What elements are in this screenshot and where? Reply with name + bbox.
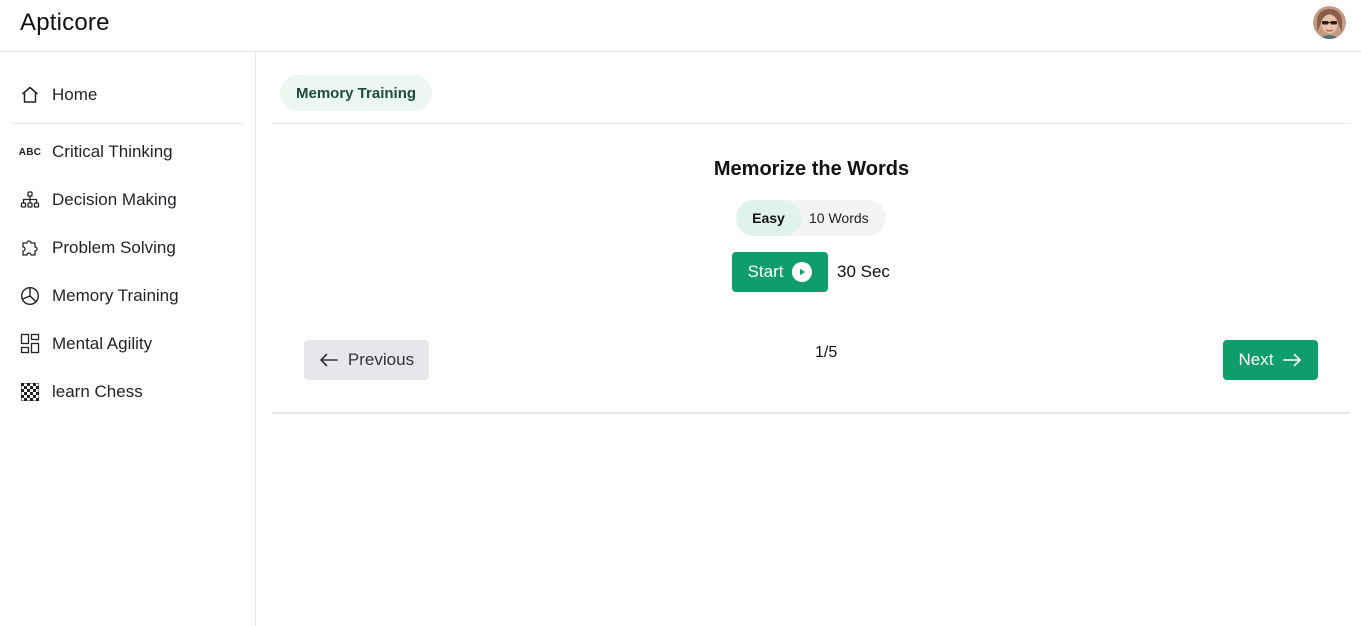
sidebar: Home ABC Critical Thinking Decision Maki… — [0, 52, 256, 626]
app-title: Apticore — [20, 9, 110, 36]
page-indicator: 1/5 — [815, 344, 838, 361]
previous-button[interactable]: Previous — [304, 340, 429, 380]
sidebar-item-label: Critical Thinking — [52, 142, 173, 161]
puzzle-icon — [18, 236, 42, 260]
category-chip[interactable]: Memory Training — [280, 75, 433, 111]
sidebar-item-decision-making[interactable]: Decision Making — [12, 180, 243, 220]
top-bar: Apticore — [0, 0, 1361, 52]
arrow-left-icon — [319, 353, 339, 367]
pie-chart-icon — [18, 284, 42, 308]
difficulty-pill: Easy 10 Words — [736, 200, 886, 236]
sidebar-item-label: Home — [52, 85, 98, 104]
section-divider — [272, 123, 1350, 124]
sidebar-divider — [12, 123, 243, 124]
exercise-title: Memorize the Words — [713, 158, 910, 180]
difficulty-badge: Easy — [736, 200, 801, 236]
sidebar-item-label: Decision Making — [52, 190, 177, 209]
user-avatar[interactable] — [1313, 6, 1346, 39]
next-button-label: Next — [1238, 350, 1274, 369]
sidebar-item-mental-agility[interactable]: Mental Agility — [12, 324, 243, 364]
main-content: Memory Training Memorize the Words Easy … — [256, 52, 1361, 626]
sidebar-item-home[interactable]: Home — [12, 75, 243, 115]
sidebar-item-label: Memory Training — [52, 286, 179, 305]
chessboard-icon — [18, 380, 42, 404]
home-icon — [18, 83, 42, 107]
sidebar-item-label: Problem Solving — [52, 238, 176, 257]
hierarchy-icon — [18, 188, 42, 212]
arrow-right-icon — [1282, 353, 1302, 367]
sidebar-item-critical-thinking[interactable]: ABC Critical Thinking — [12, 132, 243, 172]
sidebar-item-memory-training[interactable]: Memory Training — [12, 276, 243, 316]
grid-layout-icon — [18, 332, 42, 356]
sidebar-item-problem-solving[interactable]: Problem Solving — [12, 228, 243, 268]
start-button[interactable]: Start — [732, 252, 828, 292]
timer-text: 30 Sec — [837, 262, 890, 281]
sidebar-item-label: learn Chess — [52, 382, 143, 401]
section-divider-bottom — [272, 412, 1350, 414]
previous-button-label: Previous — [347, 350, 415, 369]
word-count: 10 Words — [809, 210, 869, 226]
start-button-label: Start — [747, 262, 784, 281]
next-button[interactable]: Next — [1223, 340, 1318, 380]
sidebar-item-label: Mental Agility — [52, 334, 153, 353]
avatar-image — [1313, 6, 1346, 39]
sidebar-item-learn-chess[interactable]: learn Chess — [12, 372, 243, 412]
play-icon — [792, 262, 813, 282]
abc-icon: ABC — [18, 146, 42, 158]
